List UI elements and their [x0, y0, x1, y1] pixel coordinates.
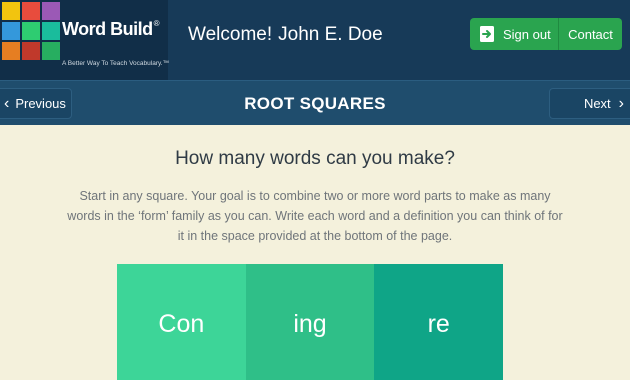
sign-out-button[interactable]: Sign out: [470, 18, 559, 50]
welcome-message: Welcome! John E. Doe: [188, 24, 383, 46]
logo-tile: [2, 42, 20, 60]
app-header: Word Build® A Better Way To Teach Vocabu…: [0, 0, 630, 80]
logo-tile: [42, 22, 60, 40]
next-button[interactable]: Next ›: [549, 88, 630, 119]
sign-out-icon: [480, 26, 494, 42]
logo-tile: [2, 22, 20, 40]
instructions-text: Start in any square. Your goal is to com…: [67, 189, 563, 243]
logo-tile: [22, 42, 40, 60]
contact-button[interactable]: Contact: [559, 18, 622, 50]
sign-out-label: Sign out: [503, 26, 551, 42]
logo-tile: [2, 2, 20, 20]
logo-tile: [42, 2, 60, 20]
wordbuild-logo[interactable]: Word Build® A Better Way To Teach Vocabu…: [0, 0, 170, 80]
root-squares: Con ing re: [117, 264, 504, 380]
logo-tile: [22, 22, 40, 40]
brand-name: Word Build®: [62, 19, 160, 39]
header-button-group: Sign out Contact: [470, 18, 622, 50]
user-name: John E. Doe: [278, 24, 383, 45]
root-square-con[interactable]: Con: [117, 264, 246, 380]
chevron-right-icon: ›: [618, 94, 624, 112]
welcome-text: Welcome!: [188, 24, 273, 45]
navigation-bar: ‹ Previous ROOT SQUARES Next ›: [0, 80, 630, 125]
page-title: ROOT SQUARES: [244, 94, 386, 113]
root-square-re[interactable]: re: [374, 264, 504, 380]
brand-tagline: A Better Way To Teach Vocabulary.™: [62, 60, 170, 67]
logo-tile: [22, 2, 40, 20]
next-label: Next: [583, 96, 611, 111]
logo-tiles: [0, 0, 62, 62]
question-heading: How many words can you make?: [175, 148, 455, 169]
root-square-ing[interactable]: ing: [245, 264, 375, 380]
logo-tile: [42, 42, 60, 60]
